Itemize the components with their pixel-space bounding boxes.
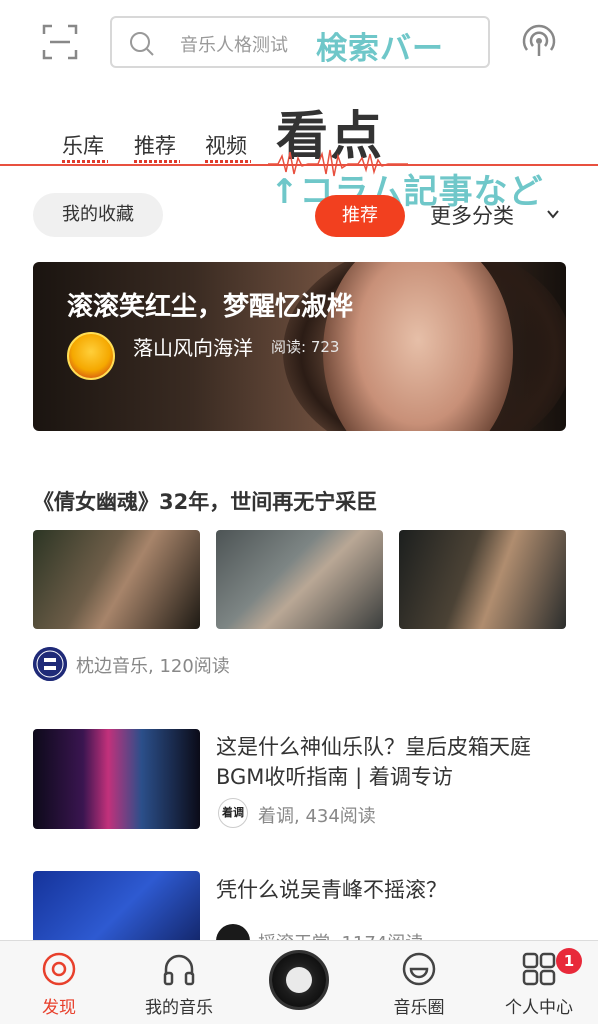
live-broadcast-icon[interactable] xyxy=(518,20,560,62)
more-categories-button[interactable]: 更多分类 xyxy=(430,200,514,230)
tab-recommend[interactable]: 推荐 xyxy=(134,130,176,160)
banner-title: 滚滚笑红尘，梦醒忆淑桦 xyxy=(67,292,354,322)
search-icon xyxy=(128,30,156,58)
article-title[interactable]: 《倩女幽魂》32年，世间再无宁采臣 xyxy=(33,486,377,516)
now-playing-button[interactable] xyxy=(269,950,329,1010)
chevron-down-icon[interactable] xyxy=(546,207,560,221)
tab-video[interactable]: 视频 xyxy=(205,130,247,160)
nav-my-music-label: 我的音乐 xyxy=(145,998,213,1018)
discover-icon xyxy=(42,952,76,986)
nav-music-circle[interactable]: 音乐圈 xyxy=(364,941,474,1024)
tab-wave-decoration xyxy=(205,160,251,163)
banner-author[interactable]: 落山风向海洋 xyxy=(133,332,253,361)
banner-read-count: 阅读: 723 xyxy=(271,338,340,356)
source-avatar[interactable] xyxy=(33,647,67,681)
my-favorites-button[interactable]: 我的收藏 xyxy=(33,193,163,237)
nav-discover[interactable]: 发现 xyxy=(4,941,114,1024)
recommended-filter-button[interactable]: 推荐 xyxy=(315,195,405,237)
nav-discover-label: 发现 xyxy=(42,998,76,1018)
featured-banner[interactable]: 滚滚笑红尘，梦醒忆淑桦 落山风向海洋 阅读: 723 xyxy=(33,262,566,431)
article-thumbnail[interactable] xyxy=(33,530,200,629)
grid-icon xyxy=(522,952,556,986)
pillow-music-logo xyxy=(33,647,67,681)
top-bar: 音乐人格测试 検索バー xyxy=(0,0,598,88)
article-source: 着调, 434阅读 xyxy=(258,806,376,827)
search-input[interactable]: 音乐人格测试 検索バー xyxy=(110,16,490,68)
tab-library[interactable]: 乐库 xyxy=(62,130,104,160)
article-thumbnail[interactable] xyxy=(216,530,383,629)
nav-my-music[interactable]: 我的音乐 xyxy=(124,941,234,1024)
nav-profile-label: 个人中心 xyxy=(505,998,573,1018)
tab-bar: 乐库 推荐 视频 看点 ↑コラム記事など xyxy=(0,88,598,212)
headphones-icon xyxy=(163,954,195,986)
article-thumbnail[interactable] xyxy=(33,729,200,829)
article-thumbnail[interactable] xyxy=(399,530,566,629)
tab-wave-decoration xyxy=(134,160,180,163)
scan-icon[interactable] xyxy=(40,22,80,62)
source-avatar[interactable]: 着调 xyxy=(218,798,248,828)
search-annotation: 検索バー xyxy=(316,31,444,67)
search-placeholder: 音乐人格测试 xyxy=(180,35,288,56)
notification-badge: 1 xyxy=(556,948,582,974)
article-title[interactable]: 凭什么说吴青峰不摇滚？ xyxy=(216,874,447,904)
author-avatar[interactable] xyxy=(67,332,115,380)
article-source: 枕边音乐, 120阅读 xyxy=(76,656,230,677)
article-title[interactable]: 这是什么神仙乐队？皇后皮箱天庭BGM收听指南 | 着调专访 xyxy=(216,732,576,792)
album-art xyxy=(286,967,312,993)
nav-music-circle-label: 音乐圈 xyxy=(393,998,445,1018)
music-circle-icon xyxy=(402,952,436,986)
tab-wave-decoration xyxy=(62,160,108,163)
